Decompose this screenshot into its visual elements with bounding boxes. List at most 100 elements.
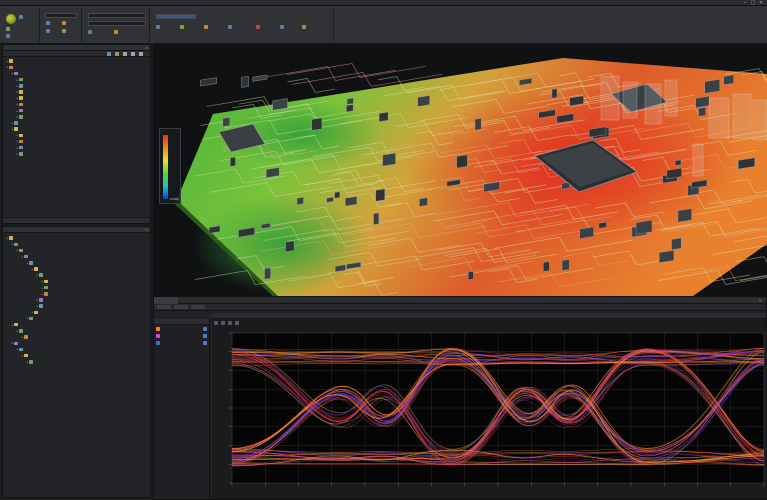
component[interactable] [334,191,340,199]
pcb-board-render[interactable] [153,44,767,296]
ribbon-group-view [42,8,82,42]
component[interactable] [723,74,734,86]
ribbon-button[interactable] [280,25,284,29]
legend-color-bar [163,135,168,199]
legend-tick: 0.000 [170,197,179,201]
close-icon[interactable]: × [145,227,148,233]
component[interactable] [296,197,304,205]
component[interactable] [704,79,720,94]
component[interactable] [346,104,354,113]
tree-node-icon [19,145,23,150]
component[interactable] [543,261,550,272]
zoom-icon[interactable] [214,321,218,325]
tree-node-icon [19,248,23,253]
settings-icon[interactable] [235,321,239,325]
eye-diagram-chart[interactable] [212,327,767,499]
setup-dropdown[interactable] [88,21,146,26]
component[interactable] [598,221,607,229]
toolbar-icon[interactable] [131,52,135,56]
ribbon-group-analysis [152,8,334,42]
signal-item[interactable] [154,332,209,339]
tree-item[interactable]: ▸ [3,151,150,157]
checkbox-icon[interactable] [203,326,207,331]
toolbar-icon[interactable] [123,52,127,56]
tree-node-icon [19,84,23,88]
ribbon-button[interactable] [88,30,92,34]
tab[interactable] [154,297,178,304]
component[interactable] [561,259,570,271]
toolbar-button[interactable] [191,305,205,309]
ribbon-button[interactable] [46,21,50,25]
ribbon-field[interactable] [45,13,77,18]
ribbon-button[interactable] [156,25,160,29]
tree-node-icon [9,59,13,63]
signal-item[interactable] [154,325,209,332]
component[interactable] [345,196,358,207]
component[interactable] [671,237,682,251]
component[interactable] [659,250,675,263]
ribbon-button[interactable] [19,15,23,19]
pan-icon[interactable] [221,321,225,325]
component[interactable] [474,118,482,131]
ribbon-button[interactable] [114,30,118,34]
close-icon[interactable]: × [759,298,762,303]
toolbar-icon[interactable] [115,52,119,56]
pcb-3d-view[interactable]: 0.000 [153,44,767,296]
tree-item[interactable]: ▸ [3,359,150,365]
checkbox-icon[interactable] [203,333,207,338]
ribbon-button[interactable] [6,34,10,38]
component[interactable] [241,75,249,88]
component[interactable] [695,95,710,108]
fit-icon[interactable] [228,321,232,325]
ribbon-button[interactable] [180,25,184,29]
tree-node-icon [24,254,28,259]
toolbar-icon[interactable] [139,52,143,56]
setup-dropdown[interactable] [88,13,146,18]
component[interactable] [264,267,271,280]
tree-node-icon [19,115,23,119]
tree-node-icon [9,236,13,240]
heatmap-legend: 0.000 [159,128,181,204]
component[interactable] [677,208,692,223]
component[interactable] [311,117,323,131]
component[interactable] [419,197,428,207]
tab[interactable] [198,297,218,304]
analysis-dropdown[interactable] [156,14,196,19]
checkbox-icon[interactable] [203,340,207,345]
component[interactable] [674,159,682,166]
component[interactable] [456,154,468,169]
ribbon-button[interactable] [204,25,208,29]
ribbon-button[interactable] [62,21,66,25]
toolbar-button[interactable] [157,305,171,309]
app-logo-icon[interactable] [6,14,16,24]
component[interactable] [417,95,430,107]
ribbon-toolbar [0,6,767,44]
tree-node-icon [39,304,43,308]
component[interactable] [468,271,474,281]
component[interactable] [230,156,236,167]
component[interactable] [373,212,379,225]
component[interactable] [326,196,334,203]
ribbon-button[interactable] [256,25,260,29]
component[interactable] [346,97,354,105]
ribbon-button[interactable] [6,27,10,31]
ribbon-button[interactable] [46,29,50,33]
tree-node-icon [44,279,48,284]
toolbar-icon[interactable] [107,52,111,56]
component[interactable] [579,226,594,239]
component[interactable] [635,219,653,235]
ribbon-button[interactable] [228,25,232,29]
component[interactable] [698,107,706,117]
ribbon-button[interactable] [302,25,306,29]
signal-list [154,319,210,499]
toolbar-button[interactable] [174,305,188,309]
component[interactable] [222,117,230,127]
component[interactable] [285,240,295,253]
tab[interactable] [178,297,198,304]
component[interactable] [382,152,396,167]
signal-item[interactable] [154,339,209,346]
ribbon-button[interactable] [62,29,66,33]
component[interactable] [378,111,389,122]
component[interactable] [551,88,558,99]
component[interactable] [375,188,385,202]
